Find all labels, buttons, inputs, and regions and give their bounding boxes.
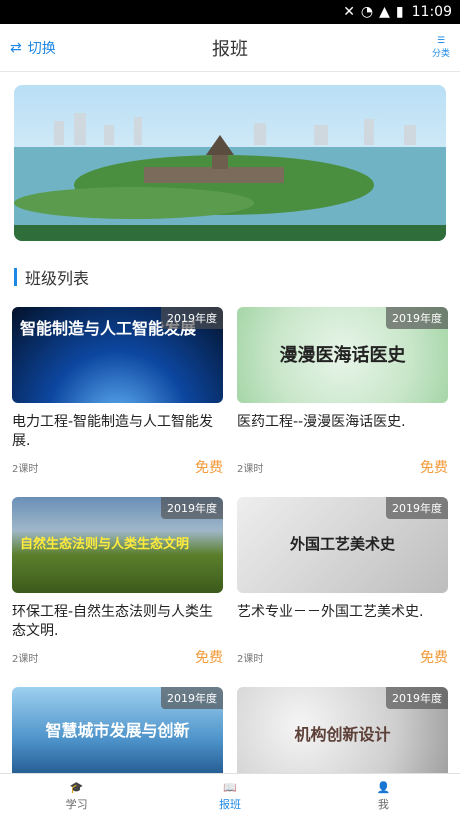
course-card-1[interactable]: 智能制造与人工智能发展 2019年度 电力工程-智能制造与人工智能发展. 2课时… bbox=[12, 307, 223, 477]
app-header: ⇄ 切换 报班 ☰ 分类 bbox=[0, 24, 460, 72]
course-card-4[interactable]: 外国工艺美术史 2019年度 艺术专业－－外国工艺美术史. 2课时 免费 bbox=[237, 497, 448, 667]
course-title: 医药工程--漫漫医海话医史. bbox=[237, 414, 406, 430]
tab-label: 学习 bbox=[65, 798, 88, 811]
tab-study[interactable]: 🎓 学习 bbox=[0, 774, 153, 819]
course-thumbnail: 外国工艺美术史 2019年度 bbox=[237, 497, 448, 593]
course-thumbnail: 漫漫医海话医史 2019年度 bbox=[237, 307, 448, 403]
graduation-cap-icon: 🎓 bbox=[69, 781, 84, 794]
course-card-3[interactable]: 自然生态法则与人类生态文明 2019年度 环保工程-自然生态法则与人类生态文明.… bbox=[12, 497, 223, 667]
course-thumbnail: 智能制造与人工智能发展 2019年度 bbox=[12, 307, 223, 403]
year-badge: 2019年度 bbox=[386, 307, 448, 329]
tab-me[interactable]: 👤 我 bbox=[307, 774, 460, 819]
course-card-6[interactable]: 机构创新设计 2019年度 bbox=[237, 687, 448, 783]
switch-label: 切换 bbox=[27, 40, 56, 57]
course-thumbnail: 机构创新设计 2019年度 bbox=[237, 687, 448, 783]
banner-image[interactable] bbox=[14, 85, 446, 241]
course-card-2[interactable]: 漫漫医海话医史 2019年度 医药工程--漫漫医海话医史. 2课时 免费 bbox=[237, 307, 448, 477]
signal-icon: ▲ bbox=[379, 4, 390, 20]
course-thumbnail: 智慧城市发展与创新 2019年度 bbox=[12, 687, 223, 783]
tab-enroll[interactable]: 📖 报班 bbox=[153, 774, 306, 819]
mute-icon: ✕ bbox=[343, 4, 355, 20]
category-button[interactable]: ☰ 分类 bbox=[432, 36, 450, 59]
year-badge: 2019年度 bbox=[161, 307, 223, 329]
course-hours: 2课时 bbox=[237, 463, 264, 475]
year-badge: 2019年度 bbox=[161, 497, 223, 519]
course-hours: 2课时 bbox=[12, 653, 39, 665]
course-card-5[interactable]: 智慧城市发展与创新 2019年度 bbox=[12, 687, 223, 783]
status-time: 11:09 bbox=[411, 4, 452, 20]
thumbnail-text: 漫漫医海话医史 bbox=[279, 345, 406, 366]
thumbnail-text: 外国工艺美术史 bbox=[289, 535, 395, 553]
user-icon: 👤 bbox=[376, 781, 391, 794]
thumbnail-text: 智慧城市发展与创新 bbox=[45, 721, 190, 740]
page-title: 报班 bbox=[212, 38, 248, 60]
category-label: 分类 bbox=[431, 49, 450, 59]
status-icons: ✕ ◔ ▲ ▮ bbox=[343, 4, 403, 20]
course-title: 环保工程-自然生态法则与人类生态文明. bbox=[12, 604, 214, 639]
course-price: 免费 bbox=[195, 460, 223, 476]
year-badge: 2019年度 bbox=[386, 497, 448, 519]
switch-button[interactable]: ⇄ 切换 bbox=[10, 38, 56, 58]
course-hours: 2课时 bbox=[12, 463, 39, 475]
thumbnail-text: 自然生态法则与人类生态文明 bbox=[20, 537, 190, 552]
section-header: 班级列表 bbox=[14, 265, 446, 289]
course-title: 电力工程-智能制造与人工智能发展. bbox=[12, 414, 214, 449]
course-grid: 智能制造与人工智能发展 2019年度 电力工程-智能制造与人工智能发展. 2课时… bbox=[0, 307, 460, 783]
course-title: 艺术专业－－外国工艺美术史. bbox=[237, 604, 424, 620]
year-badge: 2019年度 bbox=[386, 687, 448, 709]
wifi-icon: ◔ bbox=[360, 4, 374, 20]
course-price: 免费 bbox=[420, 460, 448, 476]
thumbnail-text: 机构创新设计 bbox=[294, 725, 391, 744]
status-bar: ✕ ◔ ▲ ▮ 11:09 bbox=[0, 0, 460, 24]
course-thumbnail: 自然生态法则与人类生态文明 2019年度 bbox=[12, 497, 223, 593]
section-title: 班级列表 bbox=[25, 269, 90, 288]
book-icon: 📖 bbox=[223, 781, 237, 794]
list-icon: ☰ bbox=[436, 36, 446, 46]
year-badge: 2019年度 bbox=[161, 687, 223, 709]
tab-label: 报班 bbox=[218, 798, 241, 811]
bottom-tab-bar: 🎓 学习 📖 报班 👤 我 bbox=[0, 773, 460, 819]
course-price: 免费 bbox=[195, 650, 223, 666]
course-hours: 2课时 bbox=[237, 653, 264, 665]
swap-icon: ⇄ bbox=[10, 39, 22, 56]
battery-icon: ▮ bbox=[395, 4, 404, 20]
course-price: 免费 bbox=[420, 650, 448, 666]
section-bar bbox=[14, 268, 17, 286]
tab-label: 我 bbox=[377, 798, 389, 811]
